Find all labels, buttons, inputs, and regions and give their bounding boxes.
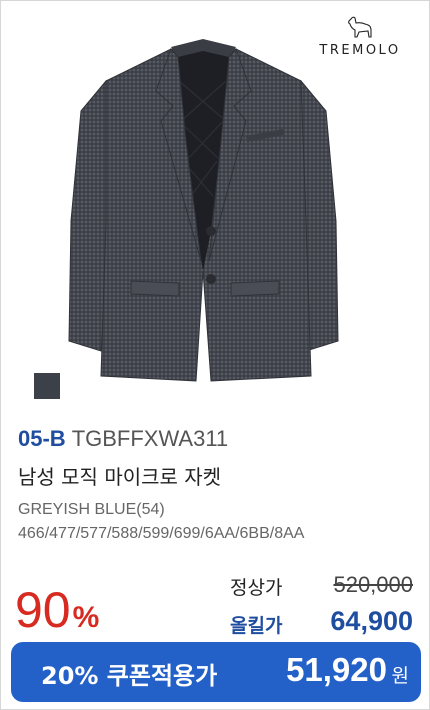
product-code: 05-B TGBFFXWA311 — [18, 426, 228, 452]
sale-price-label: 올킬가 — [230, 615, 283, 637]
product-code-main: 05-B — [18, 426, 66, 451]
color-swatch[interactable] — [34, 373, 60, 399]
discount-symbol: % — [72, 601, 100, 634]
brand-name: TREMOLO — [319, 43, 401, 58]
coupon-price: 51,920 — [286, 651, 387, 688]
product-image-area[interactable]: TREMOLO — [1, 1, 430, 411]
product-image[interactable] — [61, 21, 346, 391]
brand-logo: TREMOLO — [315, 15, 405, 58]
product-color: GREYISH BLUE(54) — [18, 501, 165, 518]
coupon-currency: 원 — [391, 665, 409, 687]
sale-price: 64,900 — [330, 606, 413, 636]
product-code-sub: TGBFFXWA311 — [71, 426, 229, 451]
product-sizes: 466/477/577/588/599/699/6AA/6BB/8AA — [18, 525, 305, 542]
discount-rate: 90% — [15, 581, 99, 639]
regular-price: 520,000 — [333, 572, 413, 597]
product-name[interactable]: 남성 모직 마이크로 자켓 — [18, 461, 221, 490]
product-card[interactable]: TREMOLO 05-B TGBFFXWA311 남성 모직 마이크로 자켓 GR… — [0, 0, 430, 710]
coupon-price-button[interactable]: 20% 쿠폰적용가 51,920 원 — [11, 642, 421, 702]
coupon-label: 20% 쿠폰적용가 — [41, 662, 218, 690]
discount-value: 90 — [15, 582, 71, 638]
dog-icon — [348, 16, 372, 38]
regular-price-label: 정상가 — [230, 577, 283, 599]
